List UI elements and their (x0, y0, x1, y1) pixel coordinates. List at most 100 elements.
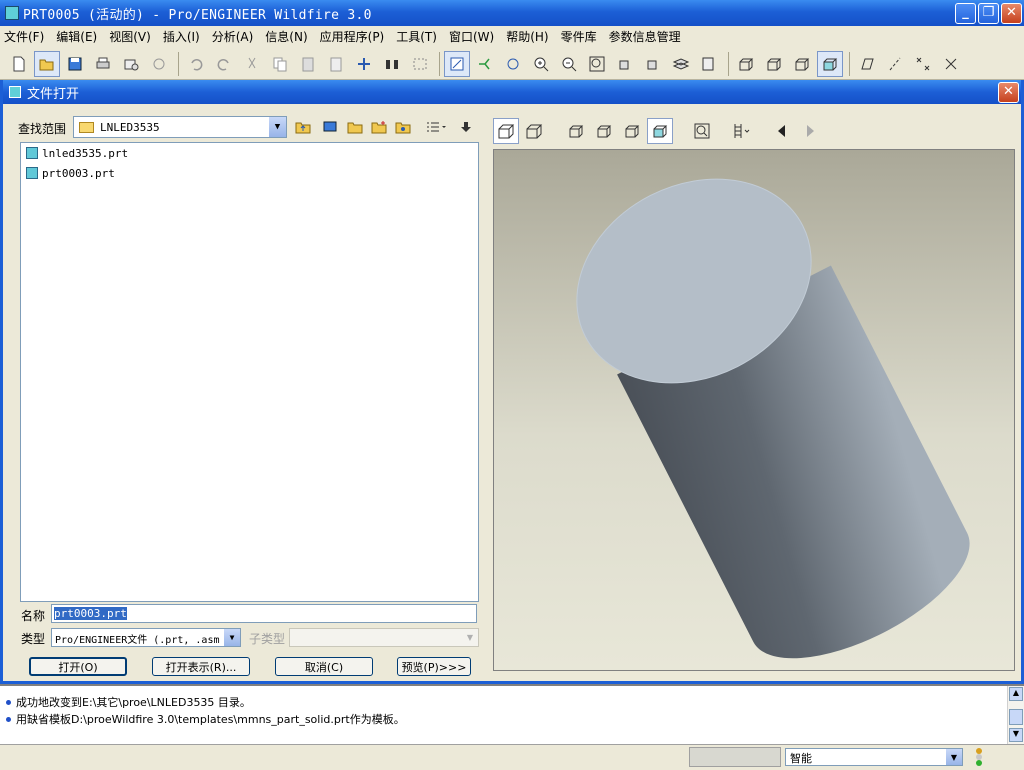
open-rep-button[interactable]: 打开表示(R)... (152, 657, 250, 676)
regenerate-icon[interactable] (351, 51, 377, 77)
window-title: PRT0005 (活动的) - Pro/ENGINEER Wildfire 3.… (23, 7, 372, 23)
scroll-down-icon[interactable]: ▼ (1009, 728, 1023, 742)
menu-info[interactable]: 信息(N) (265, 28, 307, 45)
working-dir-icon[interactable] (345, 118, 365, 136)
select-box-icon[interactable] (407, 51, 433, 77)
dialog-close-button[interactable]: ✕ (998, 82, 1019, 103)
view-manager-icon[interactable] (696, 51, 722, 77)
zoom-in-icon[interactable] (528, 51, 554, 77)
traffic-light-icon[interactable] (972, 747, 986, 770)
hidden-line-icon[interactable] (761, 51, 787, 77)
orient-mode-icon[interactable] (500, 51, 526, 77)
restore-button[interactable]: ❐ (978, 3, 999, 24)
send-mail-icon[interactable] (118, 51, 144, 77)
chevron-down-icon: ▼ (466, 633, 474, 642)
previous-icon[interactable] (769, 118, 795, 144)
close-button[interactable]: ✕ (1001, 3, 1022, 24)
coord-systems-icon[interactable] (938, 51, 964, 77)
message-text: 成功地改变到E:\其它\proe\LNLED3535 目录。 (16, 696, 251, 709)
next-icon[interactable] (797, 118, 823, 144)
open-icon[interactable] (34, 50, 60, 77)
status-field (689, 747, 781, 767)
saved-views-icon[interactable] (640, 51, 666, 77)
shading-icon[interactable] (817, 50, 843, 77)
list-item[interactable]: lnled3535.prt (21, 143, 478, 163)
save-icon[interactable] (62, 51, 88, 77)
message-scrollbar[interactable]: ▲ ▼ (1007, 686, 1024, 744)
scroll-thumb[interactable] (1009, 709, 1023, 725)
menu-insert[interactable]: 插入(I) (163, 28, 200, 45)
orientation-icon[interactable] (521, 118, 547, 144)
model-preview[interactable] (493, 149, 1015, 671)
toolbar-separator (728, 51, 729, 76)
spin-center-icon[interactable] (472, 51, 498, 77)
no-hidden-icon[interactable] (619, 118, 645, 144)
view-menu-icon[interactable] (423, 118, 449, 136)
no-hidden-icon[interactable] (789, 51, 815, 77)
chevron-down-icon[interactable]: ▼ (224, 629, 240, 646)
minimize-button[interactable]: _ (955, 3, 976, 24)
file-list[interactable]: lnled3535.prt prt0003.prt (20, 142, 479, 602)
model-tree-icon[interactable] (727, 118, 753, 144)
reorient-icon[interactable] (612, 51, 638, 77)
paste-special-icon[interactable] (323, 51, 349, 77)
selection-filter[interactable]: 智能 ▼ (785, 748, 963, 766)
chevron-down-icon[interactable]: ▼ (269, 117, 286, 137)
new-icon[interactable] (6, 51, 32, 77)
datum-points-icon[interactable] (910, 51, 936, 77)
favorites-icon[interactable] (393, 118, 413, 136)
list-item[interactable]: prt0003.prt (21, 163, 478, 183)
hidden-line-icon[interactable] (591, 118, 617, 144)
default-orientation-icon[interactable] (493, 118, 519, 144)
part-file-icon (26, 167, 38, 179)
scroll-up-icon[interactable]: ▲ (1009, 687, 1023, 701)
preview-button[interactable]: 预览(P)>>> (397, 657, 471, 676)
type-select[interactable]: Pro/ENGINEER文件 (.prt, .asm ▼ (51, 628, 241, 647)
wireframe-icon[interactable] (733, 51, 759, 77)
name-input[interactable]: prt0003.prt (51, 604, 477, 623)
shading-icon[interactable] (647, 118, 673, 144)
desktop-icon[interactable] (320, 118, 340, 136)
redo-icon[interactable] (211, 51, 237, 77)
name-value: prt0003.prt (54, 607, 127, 620)
menu-file[interactable]: 文件(F) (4, 28, 44, 45)
folder-icon (79, 121, 94, 133)
print-icon[interactable] (90, 51, 116, 77)
wireframe-icon[interactable] (563, 118, 589, 144)
menu-view[interactable]: 视图(V) (109, 28, 151, 45)
send-link-icon[interactable] (146, 51, 172, 77)
find-icon[interactable] (379, 51, 405, 77)
zoom-out-icon[interactable] (556, 51, 582, 77)
menu-help[interactable]: 帮助(H) (506, 28, 548, 45)
lookin-dropdown[interactable]: LNLED3535 ▼ (73, 116, 287, 138)
copy-icon[interactable] (267, 51, 293, 77)
cut-icon[interactable] (239, 51, 265, 77)
app-icon (5, 6, 19, 20)
open-button[interactable]: 打开(O) (29, 657, 127, 676)
menu-parameter-manager[interactable]: 参数信息管理 (609, 28, 681, 45)
layers-icon[interactable] (668, 51, 694, 77)
paste-icon[interactable] (295, 51, 321, 77)
menu-window[interactable]: 窗口(W) (449, 28, 494, 45)
menu-part-library[interactable]: 零件库 (561, 28, 597, 45)
undo-icon[interactable] (183, 51, 209, 77)
chevron-down-icon[interactable]: ▼ (946, 749, 962, 765)
menu-tools[interactable]: 工具(T) (396, 28, 437, 45)
repaint-icon[interactable] (444, 50, 470, 77)
subtype-select: ▼ (289, 628, 479, 647)
datum-planes-icon[interactable] (854, 51, 880, 77)
toolbar-separator (849, 51, 850, 76)
refit-icon[interactable] (689, 118, 715, 144)
menu-analysis[interactable]: 分析(A) (212, 28, 254, 45)
datum-axes-icon[interactable] (882, 51, 908, 77)
refit-icon[interactable] (584, 51, 610, 77)
menu-edit[interactable]: 编辑(E) (56, 28, 97, 45)
dialog-icon (9, 86, 21, 98)
type-label: 类型 (21, 632, 46, 646)
menu-applications[interactable]: 应用程序(P) (320, 28, 385, 45)
tools-icon[interactable] (458, 118, 478, 136)
subtype-label: 子类型 (249, 632, 286, 646)
new-folder-icon[interactable] (369, 118, 389, 136)
up-folder-icon[interactable] (293, 118, 313, 136)
cancel-button[interactable]: 取消(C) (275, 657, 373, 676)
